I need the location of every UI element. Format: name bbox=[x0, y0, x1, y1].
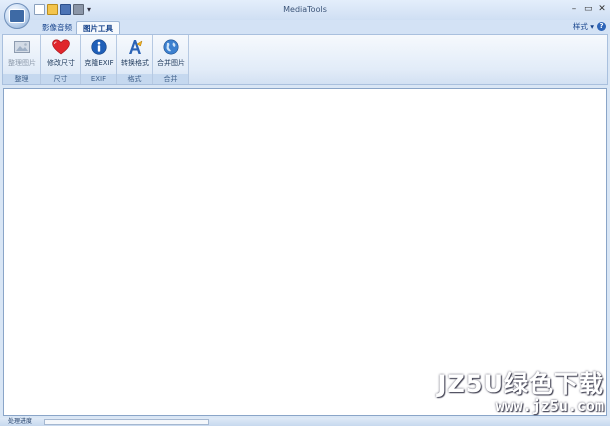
clone-exif-button[interactable]: 克隆EXIF bbox=[81, 37, 117, 68]
group-label: 合并 bbox=[153, 74, 188, 84]
globe-icon bbox=[163, 39, 179, 55]
window-title: MediaTools bbox=[283, 5, 327, 14]
group-label: 整理 bbox=[3, 74, 40, 84]
group-label: 格式 bbox=[117, 74, 152, 84]
watermark-brand: JZ5U绿色下载 bbox=[437, 370, 604, 398]
tab-image-tools[interactable]: 图片工具 bbox=[76, 21, 120, 34]
group-size: 修改尺寸 尺寸 bbox=[41, 35, 81, 84]
style-menu: 样式 ▾ ? bbox=[573, 21, 606, 32]
status-text: 处理进度 bbox=[8, 418, 33, 425]
status-bar: 处理进度 bbox=[0, 418, 610, 426]
group-merge: 合并图片 合并 bbox=[153, 35, 189, 84]
progress-bar bbox=[44, 419, 209, 425]
window-controls: – ▭ ✕ bbox=[570, 4, 606, 14]
organize-images-button[interactable]: 整理图片 bbox=[3, 37, 41, 68]
workspace-area[interactable] bbox=[3, 88, 607, 416]
group-exif: 克隆EXIF EXIF bbox=[81, 35, 117, 84]
help-icon[interactable]: ? bbox=[597, 22, 606, 31]
convert-icon bbox=[129, 40, 143, 54]
button-label: 整理图片 bbox=[8, 59, 36, 67]
heart-icon bbox=[52, 39, 70, 55]
close-button[interactable]: ✕ bbox=[598, 4, 606, 14]
convert-format-button[interactable]: 转换格式 bbox=[117, 37, 153, 68]
watermark: JZ5U绿色下载 www.jz5u.com bbox=[437, 372, 604, 414]
group-format: 转换格式 格式 bbox=[117, 35, 153, 84]
watermark-url: www.jz5u.com bbox=[495, 397, 604, 415]
merge-images-button[interactable]: 合并图片 bbox=[153, 37, 189, 68]
picture-icon bbox=[14, 41, 30, 53]
group-label: 尺寸 bbox=[41, 74, 80, 84]
button-label: 修改尺寸 bbox=[47, 59, 75, 67]
info-icon bbox=[91, 39, 107, 55]
group-organize: 整理图片 整理 bbox=[3, 35, 41, 84]
app-logo-icon bbox=[9, 9, 25, 23]
button-label: 转换格式 bbox=[121, 59, 149, 67]
button-label: 合并图片 bbox=[157, 59, 185, 67]
ribbon-panel: 整理图片 整理 修改尺寸 尺寸 克隆EXIF EXIF 转换格式 格式 合并图片… bbox=[2, 34, 608, 85]
minimize-button[interactable]: – bbox=[570, 4, 578, 14]
maximize-button[interactable]: ▭ bbox=[584, 4, 593, 14]
application-menu-button[interactable] bbox=[4, 3, 30, 29]
style-dropdown[interactable]: 样式 ▾ bbox=[573, 21, 594, 32]
resize-button[interactable]: 修改尺寸 bbox=[41, 37, 81, 68]
group-label: EXIF bbox=[81, 74, 116, 84]
tab-video-audio[interactable]: 影像音频 bbox=[36, 21, 78, 34]
button-label: 克隆EXIF bbox=[84, 59, 114, 67]
